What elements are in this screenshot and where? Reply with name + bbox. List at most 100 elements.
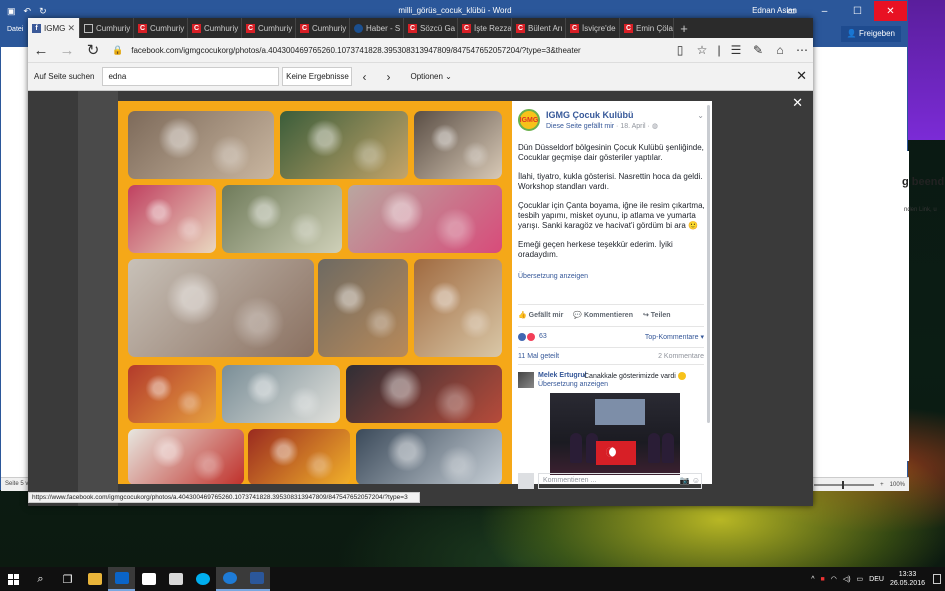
tab-label: Cumhuriy	[150, 23, 185, 33]
comment-text: Canakkale gösterimizde vardi	[584, 372, 686, 380]
browser-tab[interactable]: C Cumhuriy	[242, 18, 296, 38]
browser-tab[interactable]: Cumhuriy	[80, 18, 134, 38]
file-tab[interactable]: Datei	[7, 26, 23, 42]
collage-photo	[128, 185, 216, 253]
page-name[interactable]: IGMG Çocuk Kulübü	[546, 110, 658, 120]
share-button[interactable]: 👤 Freigeben	[840, 26, 901, 42]
new-tab-button[interactable]: +	[674, 18, 694, 38]
web-note-icon[interactable]: ✎	[747, 38, 769, 63]
wifi-icon[interactable]: ◠	[831, 575, 837, 583]
address-bar[interactable]: 🔒 facebook.com/igmgcocukorg/photos/a.404…	[106, 40, 669, 60]
clock[interactable]: 13:33 26.05.2016	[890, 570, 925, 588]
comment-input[interactable]: Kommentieren ...	[538, 473, 702, 489]
like-button[interactable]: 👍 Gefällt mir	[518, 311, 563, 319]
reading-view-icon[interactable]: ▯	[669, 38, 691, 63]
post-menu-chevron-icon[interactable]: ⌄	[697, 111, 704, 120]
hub-icon[interactable]: ☰	[725, 38, 747, 63]
maximize-button[interactable]: ☐	[841, 1, 874, 21]
browser-tab[interactable]: C İsviçre'de	[566, 18, 620, 38]
app-icon[interactable]	[162, 567, 189, 591]
browser-tab[interactable]: C Cumhuriy	[188, 18, 242, 38]
start-button[interactable]	[0, 567, 27, 591]
comment: Melek Ertugrul Canakkale gösterimizde va…	[518, 364, 704, 475]
tab-close-icon[interactable]: ✕	[67, 23, 75, 34]
find-next-icon[interactable]: ›	[376, 67, 400, 86]
collage-photo	[414, 259, 502, 357]
find-label: Auf Seite suchen	[34, 72, 95, 81]
volume-icon[interactable]: ◁)	[843, 575, 851, 583]
comment-button[interactable]: 💬 Kommentieren	[573, 311, 633, 319]
tray-chevron-icon[interactable]: ^	[811, 576, 814, 583]
comment-author[interactable]: Melek Ertugrul	[538, 372, 587, 379]
word-icon[interactable]	[243, 567, 270, 591]
browser-tab[interactable]: C Cumhuriy	[134, 18, 188, 38]
browser-tab[interactable]: C İşte Rezza	[458, 18, 512, 38]
edge-icon[interactable]	[216, 567, 243, 591]
skype-icon[interactable]	[189, 567, 216, 591]
comment-count[interactable]: 2 Kommentare	[658, 353, 704, 360]
site-favicon-icon: C	[462, 23, 471, 33]
comment-photo[interactable]	[550, 393, 680, 475]
site-favicon-icon: C	[192, 23, 201, 33]
camera-icon[interactable]: 📷 ☺	[680, 476, 700, 485]
find-previous-icon[interactable]: ‹	[352, 67, 376, 86]
person-figure	[662, 433, 674, 463]
more-icon[interactable]: ⋯	[791, 38, 813, 63]
back-arrow-icon[interactable]: ←	[28, 38, 54, 63]
file-explorer-icon[interactable]	[81, 567, 108, 591]
share-count[interactable]: 11 Mal geteilt	[518, 353, 559, 360]
liked-label[interactable]: Diese Seite gefällt mir	[546, 123, 614, 130]
browser-tab[interactable]: C Bülent Arı	[512, 18, 566, 38]
reaction-count[interactable]: 63	[539, 333, 547, 341]
close-button[interactable]: ✕	[874, 1, 907, 21]
zoom-slider[interactable]	[814, 480, 875, 489]
zoom-in-icon[interactable]: +	[880, 482, 884, 488]
word-document[interactable]	[811, 151, 909, 461]
tab-label: Haber - S	[366, 23, 401, 33]
comment-translate-link[interactable]: Übersetzung anzeigen	[538, 381, 608, 388]
store-icon[interactable]	[135, 567, 162, 591]
tray-app-icon[interactable]: ■	[820, 576, 824, 583]
browser-tab[interactable]: f IGMG ✕	[28, 18, 80, 38]
collage-photo	[318, 259, 408, 357]
tab-label: Bülent Arı	[528, 23, 563, 33]
theater-close-icon[interactable]: ✕	[792, 95, 803, 111]
tab-label: IGMG	[44, 23, 66, 33]
globe-icon: ◍	[651, 123, 658, 130]
url-text[interactable]: facebook.com/igmgcocukorg/photos/a.40430…	[131, 46, 581, 55]
photo-collage[interactable]	[118, 101, 512, 484]
translate-link[interactable]: Übersetzung anzeigen	[518, 273, 588, 280]
language-indicator[interactable]: DEU	[869, 576, 884, 583]
favorite-star-icon[interactable]: ☆	[691, 38, 713, 63]
search-icon[interactable]: ⌕	[27, 567, 54, 591]
forward-arrow-icon[interactable]: →	[54, 38, 80, 63]
site-favicon-icon: C	[138, 23, 147, 33]
notification-icon[interactable]	[933, 574, 941, 584]
tab-strip: f IGMG ✕ Cumhuriy C Cumhuriy C Cumhuriy C Cumhuri…	[28, 18, 813, 38]
browser-tab[interactable]: C Sözcü Ga	[404, 18, 458, 38]
find-options-dropdown[interactable]: Optionen ⌄	[410, 72, 451, 81]
collage-photo	[356, 429, 502, 484]
post-paragraph: İlahi, tiyatro, kukla gösterisi. Nasrett…	[518, 172, 703, 191]
share-button[interactable]: ↪ Teilen	[643, 311, 671, 319]
refresh-icon[interactable]: ↻	[80, 38, 106, 63]
tab-label: Cumhuriy	[312, 23, 347, 33]
post-date[interactable]: · 18. April ·	[616, 123, 650, 130]
keyboard-icon[interactable]: ▭	[857, 575, 864, 583]
find-close-icon[interactable]: ✕	[796, 68, 807, 84]
comment-avatar[interactable]	[518, 372, 534, 388]
browser-tab[interactable]: C Emin Çöla	[620, 18, 674, 38]
browser-tab[interactable]: C Cumhuriy	[296, 18, 350, 38]
zoom-level[interactable]: 100%	[890, 482, 905, 488]
outlook-icon[interactable]	[108, 567, 135, 591]
page-counter: Seite 5 v	[5, 481, 29, 487]
top-comments-dropdown[interactable]: Top-Kommentare ▾	[645, 333, 704, 341]
site-favicon-icon: C	[624, 23, 633, 33]
page-avatar[interactable]: IGMG	[518, 109, 540, 131]
task-view-icon[interactable]: ❐	[54, 567, 81, 591]
find-input[interactable]	[102, 67, 280, 86]
share-icon[interactable]: ⌂	[769, 38, 791, 63]
site-favicon-icon	[84, 23, 93, 33]
browser-tab[interactable]: Haber - S	[350, 18, 404, 38]
lock-icon: 🔒	[112, 44, 124, 55]
